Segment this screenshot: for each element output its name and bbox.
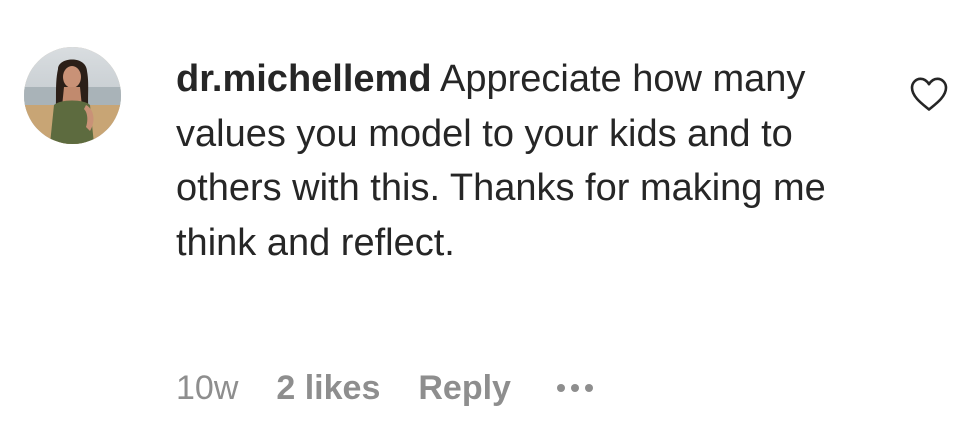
comment-meta: 10w 2 likes Reply <box>176 366 593 410</box>
comment: dr.michellemd Appreciate how many values… <box>0 0 980 425</box>
more-dot <box>570 384 579 392</box>
avatar[interactable] <box>24 47 121 144</box>
comment-username[interactable]: dr.michellemd <box>176 58 432 100</box>
comment-body: dr.michellemd Appreciate how many values… <box>176 52 826 270</box>
more-dot <box>584 384 593 392</box>
more-options-icon[interactable] <box>556 366 593 410</box>
profile-photo-icon <box>24 47 121 144</box>
comment-likes-count[interactable]: 2 likes <box>276 369 380 408</box>
more-dot <box>556 384 565 392</box>
reply-button[interactable]: Reply <box>418 369 511 408</box>
heart-outline-icon <box>910 77 948 111</box>
comment-timestamp[interactable]: 10w <box>176 369 238 408</box>
like-button[interactable] <box>909 76 949 112</box>
